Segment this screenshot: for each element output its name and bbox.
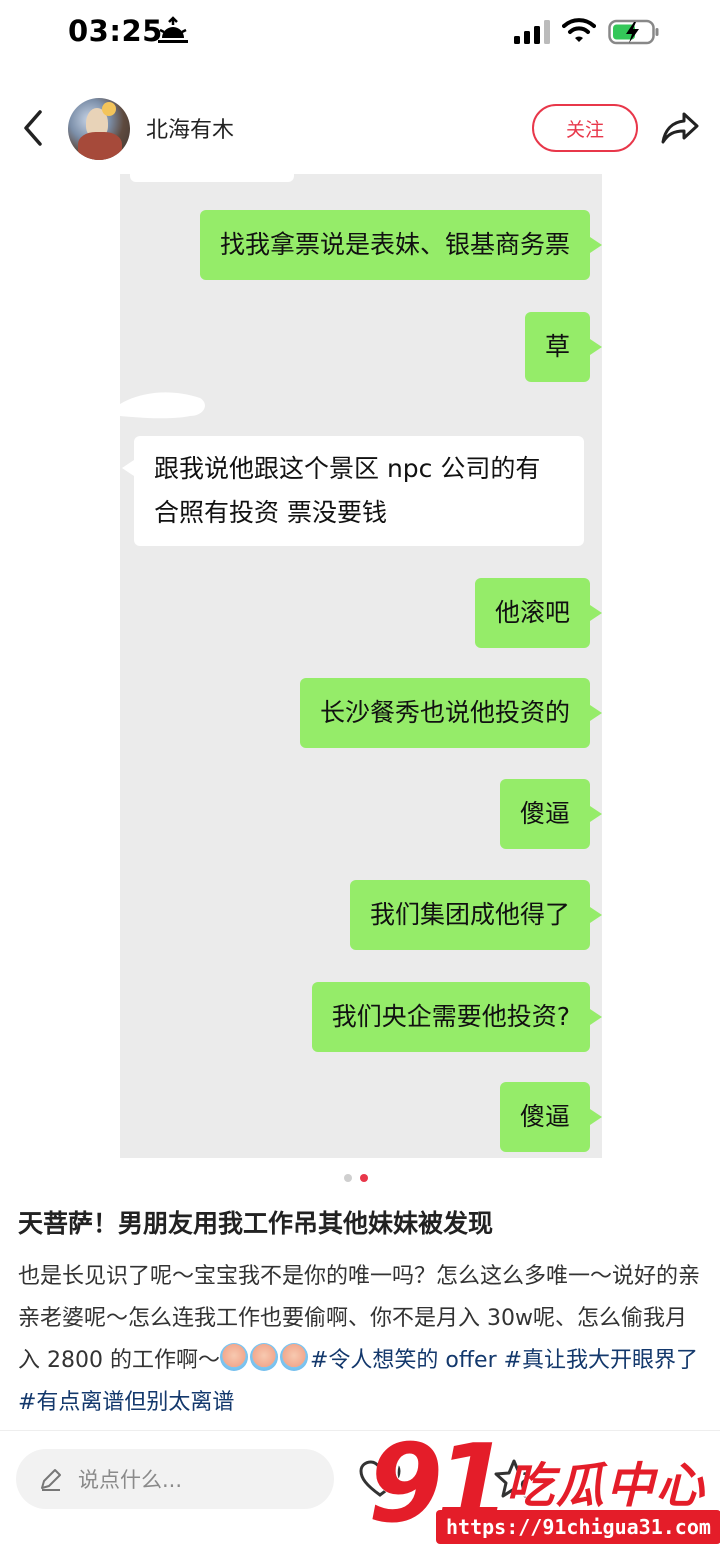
chat-message: 草 bbox=[524, 312, 602, 382]
hashtag-link[interactable]: #令人想笑的 offer bbox=[310, 1348, 497, 1373]
battery-charging-icon bbox=[608, 19, 659, 45]
redacted-blob bbox=[120, 392, 205, 419]
chat-message: 跟我说他跟这个景区 npc 公司的有合照有投资 票没要钱 bbox=[122, 436, 584, 546]
post-title: 天菩萨！男朋友用我工作吊其他妹妹被发现 bbox=[18, 1209, 494, 1238]
chat-message: 我们央企需要他投资? bbox=[311, 982, 602, 1052]
chat-message: 找我拿票说是表妹、银基商务票 bbox=[199, 210, 602, 280]
hashtag-link[interactable]: #真让我大开眼界了 bbox=[504, 1348, 698, 1373]
back-arrow-icon[interactable] bbox=[18, 108, 48, 148]
watermark-brand: 吃瓜中心 bbox=[506, 1458, 707, 1514]
wifi-icon bbox=[562, 18, 596, 42]
watermark-logo: 91 吃瓜中心 https://91chigua31.com bbox=[364, 1426, 720, 1554]
crying-emoji-icon bbox=[219, 1343, 248, 1371]
sunrise-icon bbox=[158, 16, 188, 43]
share-icon[interactable] bbox=[660, 110, 700, 146]
chat-message: 长沙餐秀也说他投资的 bbox=[299, 678, 602, 748]
hashtag-link[interactable]: #有点离谱但别太离谱 bbox=[18, 1390, 234, 1415]
carousel-indicator bbox=[344, 1174, 374, 1184]
chat-message: 我们集团成他得了 bbox=[349, 880, 602, 950]
post-description: 也是长见识了呢～宝宝我不是你的唯一吗？怎么这么多唯一～说好的亲亲老婆呢～怎么连我… bbox=[18, 1256, 708, 1426]
post-header: 北海有木 关注 bbox=[0, 90, 720, 166]
chat-message: 傻逼 bbox=[499, 1082, 602, 1152]
signal-icon bbox=[514, 20, 550, 44]
author-avatar[interactable] bbox=[68, 98, 130, 160]
comment-placeholder: 说点什么... bbox=[78, 1468, 183, 1492]
pencil-icon bbox=[41, 1469, 61, 1491]
post-image-chat-screenshot[interactable]: 找我拿票说是表妹、银基商务票 草 跟我说他跟这个景区 npc 公司的有合照有投资… bbox=[120, 174, 602, 1158]
comment-input[interactable]: 说点什么... bbox=[16, 1449, 334, 1509]
carousel-dot-active[interactable] bbox=[360, 1174, 368, 1182]
author-name[interactable]: 北海有木 bbox=[146, 112, 234, 144]
watermark-url: https://91chigua31.com bbox=[436, 1510, 720, 1544]
chat-message: 他滚吧 bbox=[474, 578, 602, 648]
status-bar: 03:25 bbox=[0, 0, 720, 70]
carousel-dot[interactable] bbox=[344, 1174, 352, 1182]
follow-button[interactable]: 关注 bbox=[532, 104, 638, 152]
status-time: 03:25 bbox=[68, 14, 163, 48]
crying-emoji-icon bbox=[279, 1343, 308, 1371]
chat-message: 傻逼 bbox=[499, 779, 602, 849]
crying-emoji-icon bbox=[249, 1343, 278, 1371]
